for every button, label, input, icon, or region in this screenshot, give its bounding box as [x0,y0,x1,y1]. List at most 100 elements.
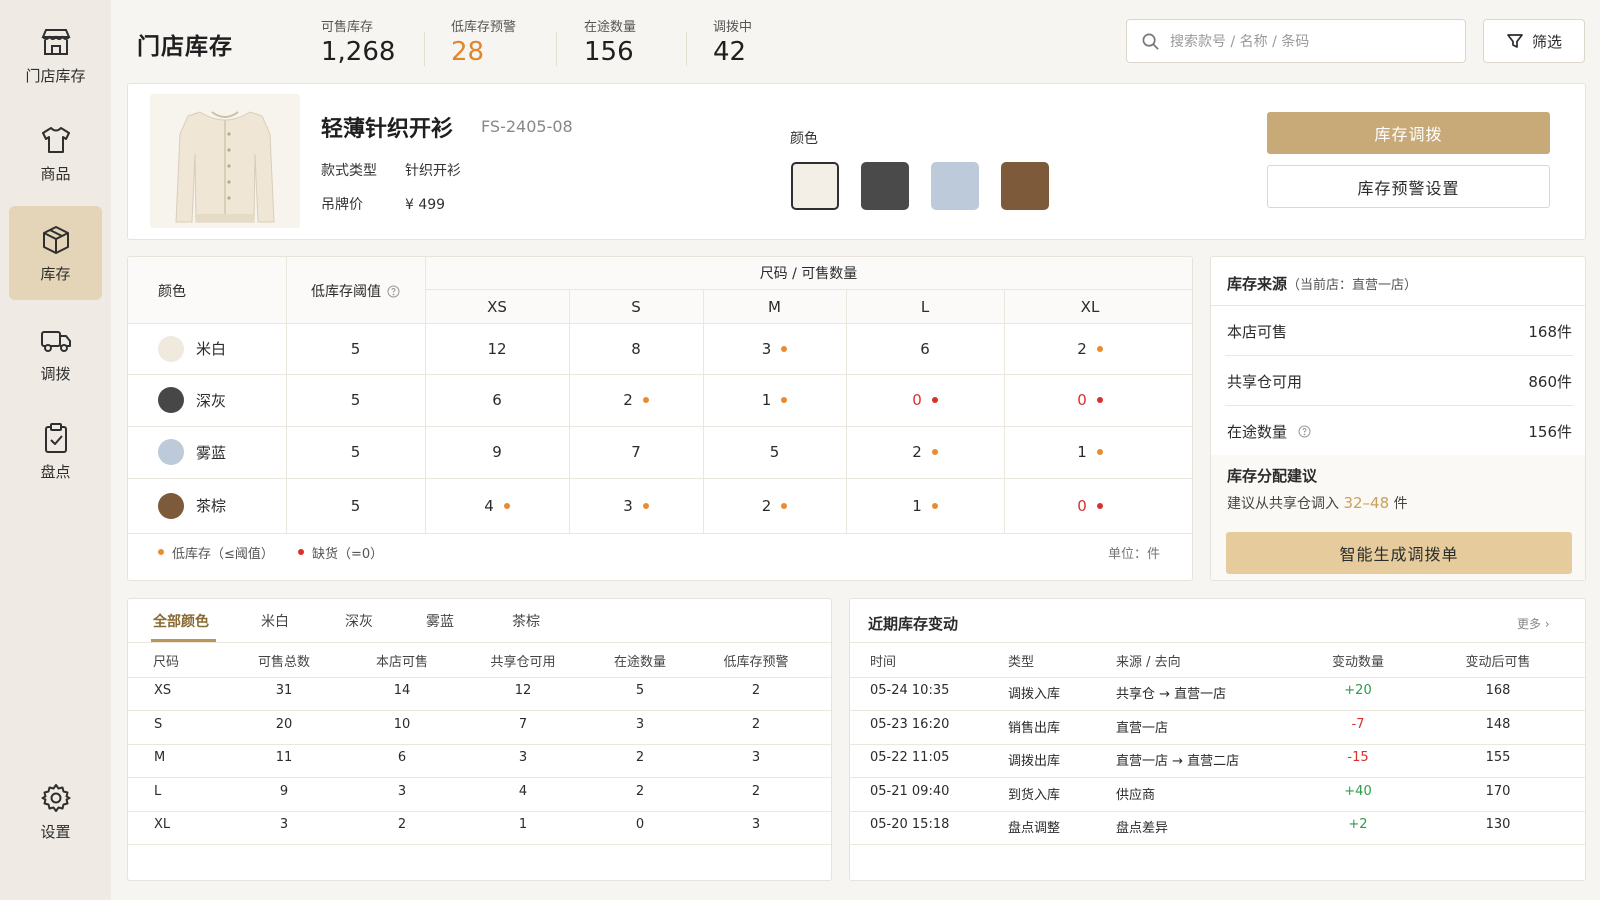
generate-transfer-button[interactable]: 智能生成调拨单 [1226,532,1572,574]
tab-mist-blue[interactable]: 雾蓝 [426,611,454,631]
table-cell: 3 [518,750,528,765]
qty-value: 6 [920,339,930,358]
product-type: 款式类型 针织开衫 [321,160,461,180]
matrix-qty-cell[interactable]: 0 [846,374,1004,426]
table-cell: 31 [275,683,293,698]
table-header-cell: 本店可售 [375,655,428,670]
matrix-qty-cell[interactable]: 0 [1004,478,1176,533]
legend-label: 低库存（≤阈值） [172,546,274,562]
tab-all-colors[interactable]: 全部颜色 [153,611,209,631]
help-icon[interactable] [387,285,400,298]
tab-dark-gray[interactable]: 深灰 [345,611,373,631]
filter-button[interactable]: 筛选 [1483,19,1585,63]
qty-value: 0 [912,391,922,409]
tab-ivory[interactable]: 米白 [261,611,289,631]
store-icon [40,28,71,55]
swatch-dark-gray[interactable] [861,162,909,210]
matrix-qty-cell[interactable]: 2 [846,426,1004,478]
swatch-ivory[interactable] [791,162,839,210]
swatch-tea-brown[interactable] [1001,162,1049,210]
matrix-qty-cell[interactable]: 0 [1004,374,1176,426]
transfer-button[interactable]: 库存调拨 [1267,112,1550,154]
table-cell: 6 [397,750,407,765]
log-cell: 05-20 15:18 [870,817,950,832]
swatch-mist-blue[interactable] [931,162,979,210]
product-image [150,94,300,228]
qty-value: 7 [631,443,641,461]
matrix-qty-cell[interactable]: 1 [846,478,1004,533]
divider [686,32,687,66]
attr-value: 针织开衫 [405,163,461,179]
qty-value: 12 [487,339,507,358]
product-price: 吊牌价 ¥ 499 [321,194,445,214]
matrix-qty-cell[interactable]: 3 [569,478,703,533]
search-placeholder: 搜索款号 / 名称 / 条码 [1170,34,1310,50]
matrix-qty-cell[interactable]: 5 [703,426,846,478]
chevron-right-icon: › [1544,617,1550,631]
table-cell: 2 [751,683,761,698]
qty-value: 1 [1077,443,1087,461]
divider [128,533,1192,534]
matrix-color-cell: 雾蓝 [158,426,226,478]
divider [850,677,1585,678]
qty-value: 0 [1077,496,1087,515]
divider [850,710,1585,711]
matrix-qty-cell[interactable]: 7 [569,426,703,478]
stat-low-stock[interactable]: 低库存预警 28 [451,16,516,67]
color-swatch-dot [158,492,184,519]
log-cell: 盘点差异 [1116,821,1169,836]
matrix-qty-cell[interactable]: 6 [425,374,569,426]
matrix-qty-cell[interactable]: 12 [425,323,569,374]
matrix-qty-cell[interactable]: 6 [846,323,1004,374]
matrix-qty-cell[interactable]: 8 [569,323,703,374]
matrix-qty-cell[interactable]: 1 [703,374,846,426]
nav-transfer[interactable]: 调拨 [9,306,102,400]
matrix-qty-cell[interactable]: 2 [703,478,846,533]
nav-store-inventory[interactable]: 门店库存 [9,8,102,102]
legend-label: 缺货（=0） [312,546,384,562]
table-cell: XS [154,683,172,698]
table-cell: 10 [393,717,411,732]
search-input[interactable]: 搜索款号 / 名称 / 条码 [1126,19,1466,63]
log-cell: 05-22 11:05 [870,750,950,765]
table-cell: 2 [635,750,645,765]
log-header-cell: 变动后可售 [1465,655,1531,670]
size-header-s: S [631,298,641,316]
log-cell: +40 [1344,784,1372,799]
suggest-suffix: 件 [1393,496,1408,512]
nav-settings[interactable]: 设置 [9,764,102,858]
matrix-qty-cell[interactable]: 2 [1004,323,1176,374]
suggest-title: 库存分配建议 [1227,467,1318,485]
nav-inventory[interactable]: 库存 [9,206,102,300]
recent-changes-panel: 近期库存变动 更多 › 时间 类型 来源 / 去向 变动数量 变动后可售 05-24 10… [849,598,1586,881]
product-code: FS-2405-08 [481,117,573,136]
nav-label: 设置 [40,822,71,841]
tab-tea-brown[interactable]: 茶棕 [512,611,540,631]
table-header-cell: 尺码 [153,655,180,670]
matrix-qty-cell[interactable]: 3 [703,323,846,374]
alert-settings-button[interactable]: 库存预警设置 [1267,165,1550,208]
matrix-qty-cell[interactable]: 9 [425,426,569,478]
out-of-stock-dot [298,549,304,555]
nav-stocktake[interactable]: 盘点 [9,404,102,498]
matrix-qty-cell[interactable]: 2 [569,374,703,426]
attr-label: 吊牌价 [321,197,363,213]
table-cell: 2 [751,784,761,799]
log-cell: 直营一店 [1116,721,1169,736]
help-icon[interactable] [1298,425,1311,438]
matrix-col-color: 颜色 [158,284,186,300]
log-cell: 销售出库 [1008,721,1061,736]
divider [128,744,831,745]
nav-products[interactable]: 商品 [9,106,102,200]
table-cell: 4 [518,784,528,799]
stat-label: 在途数量 [584,20,637,35]
qty-value: 3 [761,339,772,358]
divider [850,642,1585,643]
divider [128,677,831,678]
more-link[interactable]: 更多 › [1517,615,1550,632]
matrix-color-label: 茶棕 [196,497,227,515]
matrix-qty-cell[interactable]: 1 [1004,426,1176,478]
divider [1225,355,1573,356]
matrix-qty-cell[interactable]: 4 [425,478,569,533]
low-stock-dot [1096,449,1103,455]
